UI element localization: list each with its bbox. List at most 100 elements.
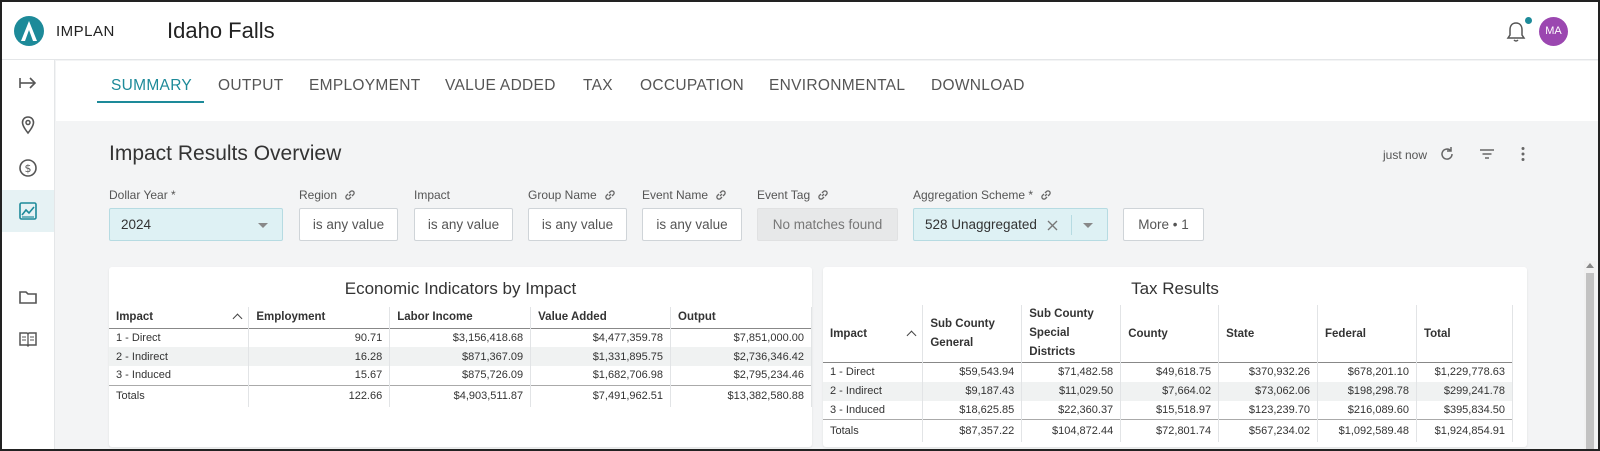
event-name-filter[interactable]: is any value <box>642 208 742 241</box>
region-filter[interactable]: is any value <box>299 208 398 241</box>
dollar-year-label-text: Dollar Year * <box>109 188 176 202</box>
table-cell: 16.28 <box>248 347 391 366</box>
table-cell: 1 - Direct <box>109 328 250 347</box>
table-row: 2 - Indirect 16.28 $871,367.09 $1,331,89… <box>109 347 812 366</box>
region-label: Region <box>299 188 357 202</box>
sidebar-item-projects[interactable] <box>2 276 54 318</box>
dollar-year-label: Dollar Year * <box>109 188 176 202</box>
event-tag-label-text: Event Tag <box>757 188 811 202</box>
group-name-filter[interactable]: is any value <box>528 208 627 241</box>
scroll-up-arrow[interactable] <box>1586 263 1594 268</box>
table-cell: 2 - Indirect <box>823 381 924 401</box>
dollar-year-select[interactable]: 2024 <box>109 208 283 241</box>
column-header-impact[interactable]: Impact <box>109 307 250 328</box>
table-cell: 1 - Direct <box>823 362 924 382</box>
column-header-output[interactable]: Output <box>670 307 812 328</box>
table-cell: $1,682,706.98 <box>530 366 672 385</box>
tab-tax[interactable]: TAX <box>583 77 613 95</box>
tab-summary[interactable]: SUMMARY <box>111 77 192 95</box>
column-header-federal[interactable]: Federal <box>1317 305 1417 363</box>
economic-indicators-table: Impact Employment Labor Income Value Add… <box>109 307 812 407</box>
column-header-employment[interactable]: Employment <box>248 307 391 328</box>
region-filter-value: is any value <box>312 217 385 232</box>
project-title: Idaho Falls <box>167 18 275 43</box>
chevron-down-icon <box>258 223 268 228</box>
column-header-value-added[interactable]: Value Added <box>530 307 672 328</box>
app-frame: IMPLAN Idaho Falls MA $ SUMMARY OUTPUT E… <box>0 0 1600 451</box>
table-cell: $1,331,895.75 <box>530 347 672 366</box>
bell-icon[interactable] <box>1506 21 1526 43</box>
filter-icon[interactable] <box>1478 145 1496 163</box>
active-tab-indicator <box>97 101 204 103</box>
tab-output[interactable]: OUTPUT <box>218 77 284 95</box>
table-header-row: Impact Employment Labor Income Value Add… <box>109 307 812 328</box>
column-header-labor-income[interactable]: Labor Income <box>389 307 532 328</box>
table-cell: 3 - Induced <box>823 400 924 420</box>
link-icon[interactable] <box>603 188 617 202</box>
column-header-sub-county-general[interactable]: Sub County General <box>922 305 1023 363</box>
avatar[interactable]: MA <box>1539 17 1568 46</box>
expand-sidebar-button[interactable] <box>2 62 54 104</box>
refresh-icon[interactable] <box>1438 145 1456 163</box>
impact-filter[interactable]: is any value <box>414 208 513 241</box>
link-icon[interactable] <box>343 188 357 202</box>
table-cell: $2,736,346.42 <box>670 347 812 366</box>
sort-ascending-icon[interactable] <box>232 313 243 324</box>
column-header-impact[interactable]: Impact <box>823 305 924 363</box>
dollar-circle-icon: $ <box>19 159 37 177</box>
table-cell: $71,482.58 <box>1021 362 1122 382</box>
chart-icon <box>19 202 37 220</box>
table-cell: $9,187.43 <box>922 381 1023 401</box>
last-updated-text: just now <box>1383 148 1428 162</box>
sidebar-item-results[interactable] <box>2 190 54 232</box>
economic-indicators-card: Economic Indicators by Impact Impact Emp… <box>109 267 812 447</box>
table-cell: $7,491,962.51 <box>530 384 672 407</box>
aggregation-select[interactable]: 528 Unaggregated <box>913 208 1108 241</box>
tab-download[interactable]: DOWNLOAD <box>931 77 1025 95</box>
table-cell: 122.66 <box>248 384 391 407</box>
scrollbar-thumb[interactable] <box>1586 273 1594 449</box>
dollar-year-value: 2024 <box>121 217 152 232</box>
more-vert-icon[interactable] <box>1514 145 1532 163</box>
column-header-sub-county-special-districts[interactable]: Sub County Special Districts <box>1021 305 1122 363</box>
tab-occupation[interactable]: OCCUPATION <box>640 77 744 95</box>
chevron-down-icon <box>1083 223 1093 228</box>
tab-value-added[interactable]: VALUE ADDED <box>445 77 556 95</box>
more-filters-button[interactable]: More • 1 <box>1123 208 1204 241</box>
book-icon <box>19 332 37 348</box>
sidebar-item-help[interactable] <box>2 318 54 360</box>
tab-employment[interactable]: EMPLOYMENT <box>309 77 421 95</box>
sidebar: $ <box>2 60 55 449</box>
page-scrollbar[interactable] <box>1584 261 1596 449</box>
group-name-label-text: Group Name <box>528 188 597 202</box>
link-icon[interactable] <box>714 188 728 202</box>
event-name-label-text: Event Name <box>642 188 709 202</box>
table-cell: $11,029.50 <box>1021 381 1122 401</box>
event-name-filter-value: is any value <box>656 217 728 232</box>
table-cell: $7,664.02 <box>1120 381 1220 401</box>
table-row: 3 - Induced $18,625.85 $22,360.37 $15,51… <box>823 400 1514 420</box>
notification-dot <box>1525 17 1532 24</box>
link-icon[interactable] <box>1039 188 1053 202</box>
sidebar-item-impacts[interactable]: $ <box>2 147 54 189</box>
table-cell: $1,229,778.63 <box>1416 362 1514 382</box>
table-cell: $4,477,359.78 <box>530 328 672 347</box>
table-cell: $567,234.02 <box>1218 419 1319 442</box>
map-pin-icon <box>21 116 35 135</box>
top-bar: IMPLAN Idaho Falls MA <box>2 2 1598 60</box>
tax-results-card: Tax Results Impact Sub County General Su… <box>823 267 1527 447</box>
arrow-right-to-bar-icon <box>19 77 37 89</box>
clear-icon[interactable] <box>1047 220 1058 231</box>
column-header-state[interactable]: State <box>1218 305 1319 363</box>
table-cell: 90.71 <box>248 328 391 347</box>
sidebar-item-regions[interactable] <box>2 104 54 146</box>
tab-environmental[interactable]: ENVIRONMENTAL <box>769 77 905 95</box>
table-cell: $72,801.74 <box>1120 419 1220 442</box>
sort-ascending-icon[interactable] <box>906 330 917 340</box>
column-header-total[interactable]: Total <box>1416 305 1514 363</box>
column-header-county[interactable]: County <box>1120 305 1220 363</box>
link-icon[interactable] <box>816 188 830 202</box>
table-cell: $875,726.09 <box>389 366 532 385</box>
table-cell: Totals <box>109 384 250 407</box>
table-cell: $871,367.09 <box>389 347 532 366</box>
